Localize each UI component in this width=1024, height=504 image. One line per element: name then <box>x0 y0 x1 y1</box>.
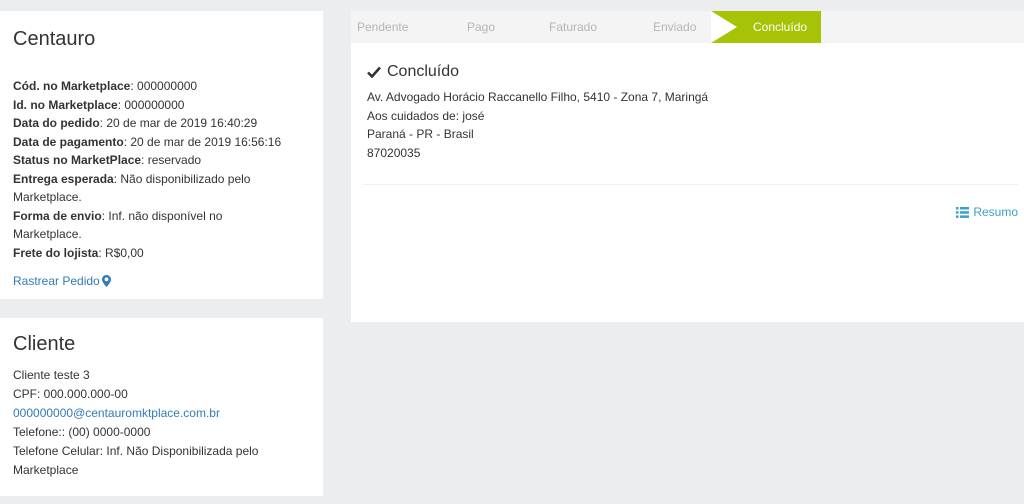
order-field: Status no MarketPlace: reservado <box>13 153 202 167</box>
summary-link[interactable]: Resumo <box>956 205 1018 219</box>
client-email-row: 000000000@centauromktplace.com.br <box>13 404 310 423</box>
order-info-card: Centauro Cód. no Marketplace: 000000000 … <box>0 11 323 299</box>
delivery-address-block: Concluído Av. Advogado Horácio Raccanell… <box>367 63 1018 162</box>
divider <box>363 184 1018 185</box>
shipping-status-card: Pendente Pago Faturado Enviado Concluído… <box>351 11 1024 322</box>
step-pendente[interactable]: Pendente <box>357 11 408 43</box>
address-lines: Av. Advogado Horácio Raccanello Filho, 5… <box>367 88 1018 162</box>
delivery-status-heading: Concluído <box>367 63 1018 81</box>
map-marker-icon <box>101 275 111 287</box>
order-field: Id. no Marketplace: 000000000 <box>13 97 185 112</box>
client-mobile: Telefone Celular: Inf. Não Disponibiliza… <box>13 444 259 458</box>
order-field: Frete do lojista: R$0,00 <box>13 245 144 260</box>
step-arrow <box>711 11 737 43</box>
address-street: Av. Advogado Horácio Raccanello Filho, 5… <box>367 90 709 104</box>
step-faturado[interactable]: Faturado <box>549 11 597 43</box>
track-order-label: Rastrear Pedido <box>13 274 100 288</box>
client-info-list: Cliente teste 3 CPF: 000.000.000-00 0000… <box>13 366 310 480</box>
client-name: Cliente teste 3 <box>13 368 90 382</box>
order-field: Cód. no Marketplace: 000000000 <box>13 79 198 93</box>
marketplace-title: Centauro <box>13 28 96 50</box>
delivery-status-title: Concluído <box>387 63 460 80</box>
order-field: Data do pedido: 20 de mar de 2019 16:40:… <box>13 116 258 130</box>
client-info-card: Cliente Cliente teste 3 CPF: 000.000.000… <box>0 318 323 496</box>
address-state: Paraná - PR - Brasil <box>367 127 474 141</box>
step-enviado[interactable]: Enviado <box>653 11 696 43</box>
order-field: Data de pagamento: 20 de mar de 2019 16:… <box>13 134 282 149</box>
summary-label: Resumo <box>973 205 1018 219</box>
order-info-list: Cód. no Marketplace: 000000000 Id. no Ma… <box>13 77 310 262</box>
client-phone: Telefone:: (00) 0000-0000 <box>13 425 151 439</box>
client-mobile-continuation: Marketplace <box>13 463 79 477</box>
address-care-of: Aos cuidados de: josé <box>367 108 485 123</box>
order-field-continuation: Marketplace. <box>13 227 82 241</box>
order-field-continuation: Marketplace. <box>13 190 82 204</box>
step-pago[interactable]: Pago <box>467 11 495 43</box>
track-order-link[interactable]: Rastrear Pedido <box>13 274 111 288</box>
client-title: Cliente <box>13 333 76 355</box>
address-zip: 87020035 <box>367 145 421 160</box>
check-icon <box>367 66 381 78</box>
client-email-link[interactable]: 000000000@centauromktplace.com.br <box>13 406 220 420</box>
order-progress-steps: Pendente Pago Faturado Enviado Concluído <box>351 11 1024 43</box>
client-cpf: CPF: 000.000.000-00 <box>13 387 128 401</box>
order-field: Forma de envio: Inf. não disponível no <box>13 208 223 223</box>
list-icon <box>956 206 970 218</box>
order-field: Entrega esperada: Não disponibilizado pe… <box>13 171 251 186</box>
